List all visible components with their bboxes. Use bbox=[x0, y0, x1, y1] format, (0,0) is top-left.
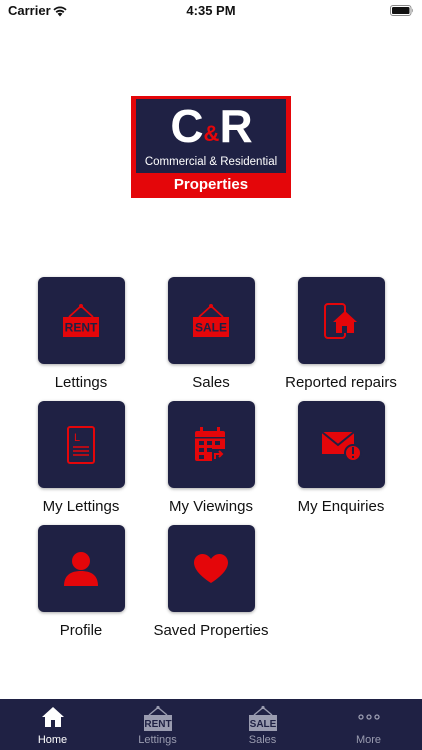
logo-subtitle: Commercial & Residential bbox=[144, 156, 278, 168]
mail-alert-icon bbox=[321, 430, 362, 462]
heart-icon bbox=[194, 553, 228, 583]
sale-sign-icon: SALE bbox=[248, 705, 277, 731]
tab-bar: Home RENT Lettings SALE Sales More bbox=[0, 699, 422, 750]
tab-lettings[interactable]: RENT Lettings bbox=[105, 699, 210, 750]
tile-label: Saved Properties bbox=[153, 622, 269, 639]
tab-home[interactable]: Home bbox=[0, 699, 105, 750]
tile-saved-properties-button[interactable] bbox=[167, 525, 255, 612]
rent-sign-text: RENT bbox=[65, 320, 98, 334]
logo-panel: C&R Commercial & Residential bbox=[136, 99, 286, 173]
calendar-icon bbox=[195, 426, 226, 462]
phone-house-icon bbox=[324, 302, 357, 339]
rent-sign-icon: RENT bbox=[143, 705, 172, 731]
tab-rent-text: RENT bbox=[144, 719, 171, 730]
sale-sign-text: SALE bbox=[195, 320, 227, 334]
sale-sign-icon: SALE bbox=[193, 303, 229, 337]
logo-letter-r: R bbox=[219, 100, 252, 152]
tile-sales-button[interactable]: SALE bbox=[167, 277, 255, 364]
clock: 4:35 PM bbox=[186, 3, 236, 18]
tile-my-enquiries[interactable]: My Enquiries bbox=[261, 401, 421, 515]
tile-saved-properties[interactable]: Saved Properties bbox=[131, 525, 291, 639]
tab-lettings-label: Lettings bbox=[138, 734, 177, 746]
more-dots-icon bbox=[357, 714, 380, 720]
logo-tagline: Properties bbox=[173, 176, 249, 193]
tab-sales[interactable]: SALE Sales bbox=[210, 699, 315, 750]
logo-initials: C&R bbox=[136, 101, 286, 151]
tile-my-enquiries-button[interactable] bbox=[297, 401, 385, 488]
logo-ampersand: & bbox=[203, 121, 220, 146]
tile-my-viewings-button[interactable] bbox=[167, 401, 255, 488]
company-logo: C&R Commercial & Residential Properties bbox=[131, 96, 291, 198]
tab-home-label: Home bbox=[37, 734, 68, 746]
document-icon: L bbox=[67, 425, 95, 464]
tab-sales-label: Sales bbox=[248, 734, 277, 746]
tile-reported-repairs-button[interactable] bbox=[297, 277, 385, 364]
tile-profile-button[interactable] bbox=[37, 525, 125, 612]
tile-lettings-button[interactable]: RENT bbox=[37, 277, 125, 364]
tab-more-label: More bbox=[355, 734, 382, 746]
battery-icon bbox=[390, 5, 413, 16]
tile-label: Reported repairs bbox=[285, 374, 397, 391]
document-letter: L bbox=[74, 432, 80, 444]
logo-letter-c: C bbox=[170, 100, 203, 152]
home-icon bbox=[41, 707, 64, 727]
tile-label: My Enquiries bbox=[297, 498, 385, 515]
tile-reported-repairs[interactable]: Reported repairs bbox=[261, 277, 421, 391]
person-icon bbox=[64, 551, 98, 586]
status-bar: Carrier 4:35 PM bbox=[0, 0, 422, 22]
tab-more[interactable]: More bbox=[315, 699, 422, 750]
tile-my-lettings-button[interactable]: L bbox=[37, 401, 125, 488]
rent-sign-icon: RENT bbox=[63, 303, 99, 337]
tab-sale-text: SALE bbox=[249, 719, 276, 730]
